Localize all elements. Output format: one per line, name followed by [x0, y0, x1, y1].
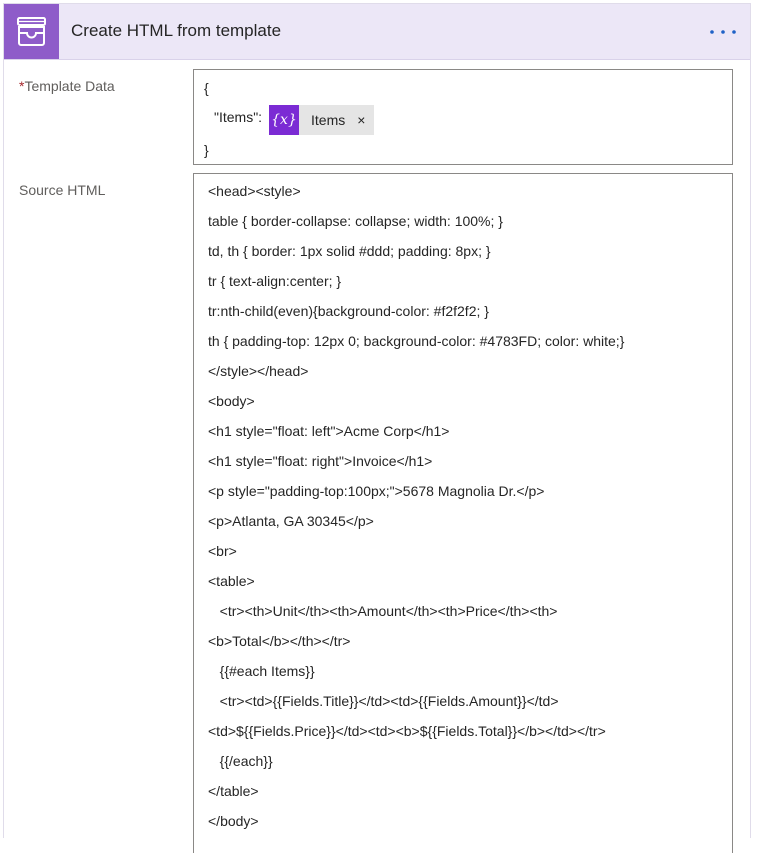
code-line: <br> [208, 543, 237, 559]
code-line: <head><style> [208, 183, 301, 199]
code-line: <table> [208, 573, 255, 589]
code-line: tr:nth-child(even){background-color: #f2… [208, 303, 489, 319]
template-data-label-text: Template Data [24, 78, 115, 94]
code-line: <h1 style="float: right">Invoice</h1> [208, 453, 433, 469]
json-key-items: "Items": [214, 109, 263, 125]
code-line: </table> [208, 783, 259, 799]
template-data-input[interactable]: { "Items": {x} Items × } [193, 69, 733, 165]
code-line: {{#each Items}} [208, 663, 315, 679]
close-icon[interactable]: × [357, 105, 365, 135]
items-token[interactable]: {x} Items × [269, 105, 374, 135]
items-token-label: Items [311, 112, 346, 128]
action-header[interactable]: Create HTML from template [4, 4, 750, 60]
code-line: <tr><td>{{Fields.Title}}</td><td>{{Field… [208, 693, 559, 709]
code-line: tr { text-align:center; } [208, 273, 342, 289]
code-line: td, th { border: 1px solid #ddd; padding… [208, 243, 491, 259]
code-line: <p>Atlanta, GA 30345</p> [208, 513, 374, 529]
source-html-code: <head><style> table { border-collapse: c… [208, 181, 624, 841]
ellipsis-icon[interactable] [708, 24, 738, 40]
code-line: <b>Total</b></th></tr> [208, 633, 351, 649]
code-line: <h1 style="float: left">Acme Corp</h1> [208, 423, 450, 439]
source-html-label: Source HTML [19, 182, 106, 198]
code-line: {{/each}} [208, 753, 273, 769]
code-line: th { padding-top: 12px 0; background-col… [208, 333, 625, 349]
json-open-brace: { [204, 80, 209, 96]
archive-box-icon [4, 4, 59, 59]
code-line: table { border-collapse: collapse; width… [208, 213, 503, 229]
code-line: </body> [208, 813, 259, 829]
variable-icon: {x} [269, 105, 299, 135]
code-line: <p style="padding-top:100px;">5678 Magno… [208, 483, 545, 499]
json-close-brace: } [204, 142, 209, 158]
code-line: <td>${{Fields.Price}}</td><td><b>${{Fiel… [208, 723, 606, 739]
action-card: Create HTML from template *Template Data… [3, 3, 751, 853]
code-line: <body> [208, 393, 255, 409]
action-title: Create HTML from template [71, 21, 282, 40]
code-line: </style></head> [208, 363, 309, 379]
source-html-editor[interactable]: <head><style> table { border-collapse: c… [193, 173, 733, 853]
template-data-label: *Template Data [19, 78, 115, 94]
code-line: <tr><th>Unit</th><th>Amount</th><th>Pric… [208, 603, 558, 619]
